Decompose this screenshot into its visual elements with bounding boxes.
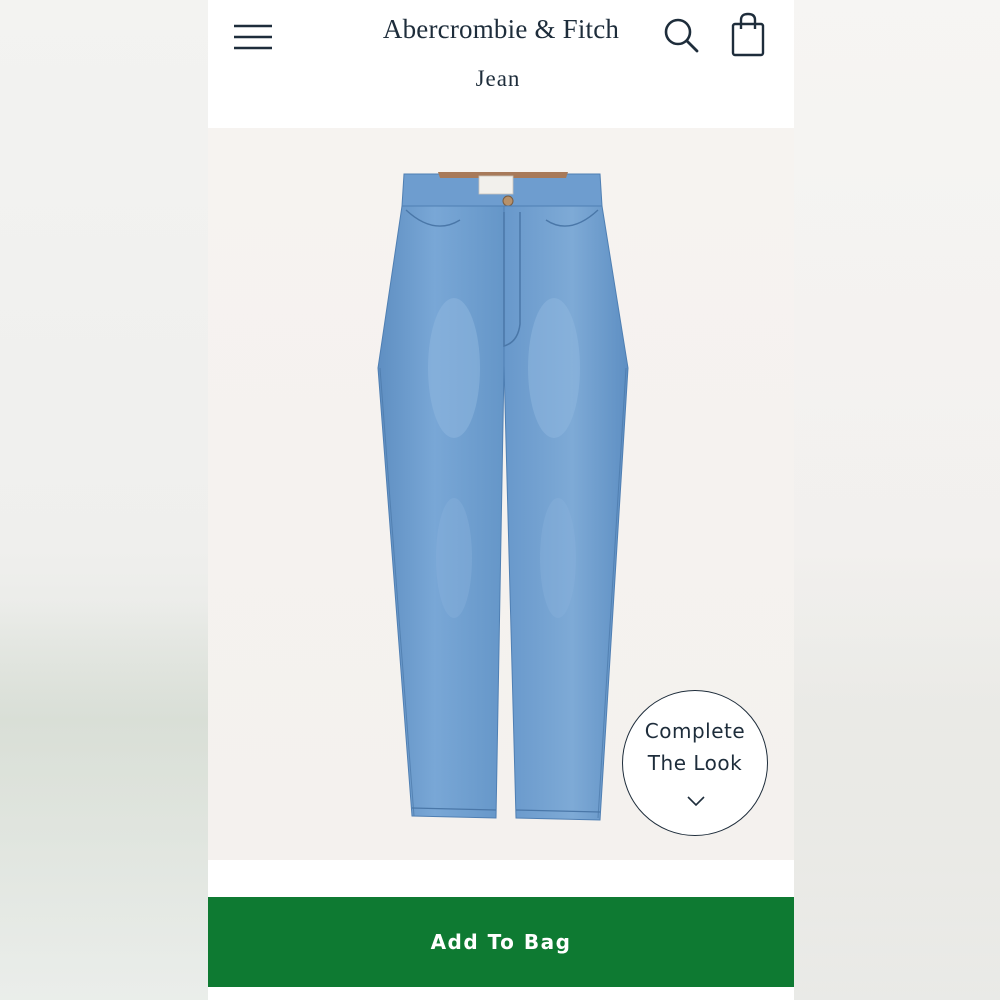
bottom-strip xyxy=(208,987,794,1000)
shopping-bag-icon[interactable] xyxy=(730,12,766,58)
app-screen: Abercrombie & Fitch Jean Complete The Lo… xyxy=(208,0,794,1000)
complete-look-label-line1: Complete xyxy=(644,719,746,743)
complete-the-look-button[interactable]: Complete The Look xyxy=(622,690,768,836)
complete-look-label-line2: The Look xyxy=(647,751,743,775)
chevron-down-icon xyxy=(686,794,706,807)
page-title: Jean xyxy=(475,66,521,91)
divider-strip xyxy=(208,860,794,897)
top-header: Abercrombie & Fitch Jean xyxy=(208,0,794,128)
search-icon[interactable] xyxy=(662,16,700,54)
brand-logo[interactable]: Abercrombie & Fitch xyxy=(376,14,626,45)
backdrop-left xyxy=(0,0,208,1000)
product-image[interactable]: Complete The Look xyxy=(208,128,794,860)
add-to-bag-button[interactable]: Add To Bag xyxy=(208,897,794,987)
hamburger-menu-icon[interactable] xyxy=(232,20,274,54)
backdrop-right xyxy=(794,0,1000,1000)
